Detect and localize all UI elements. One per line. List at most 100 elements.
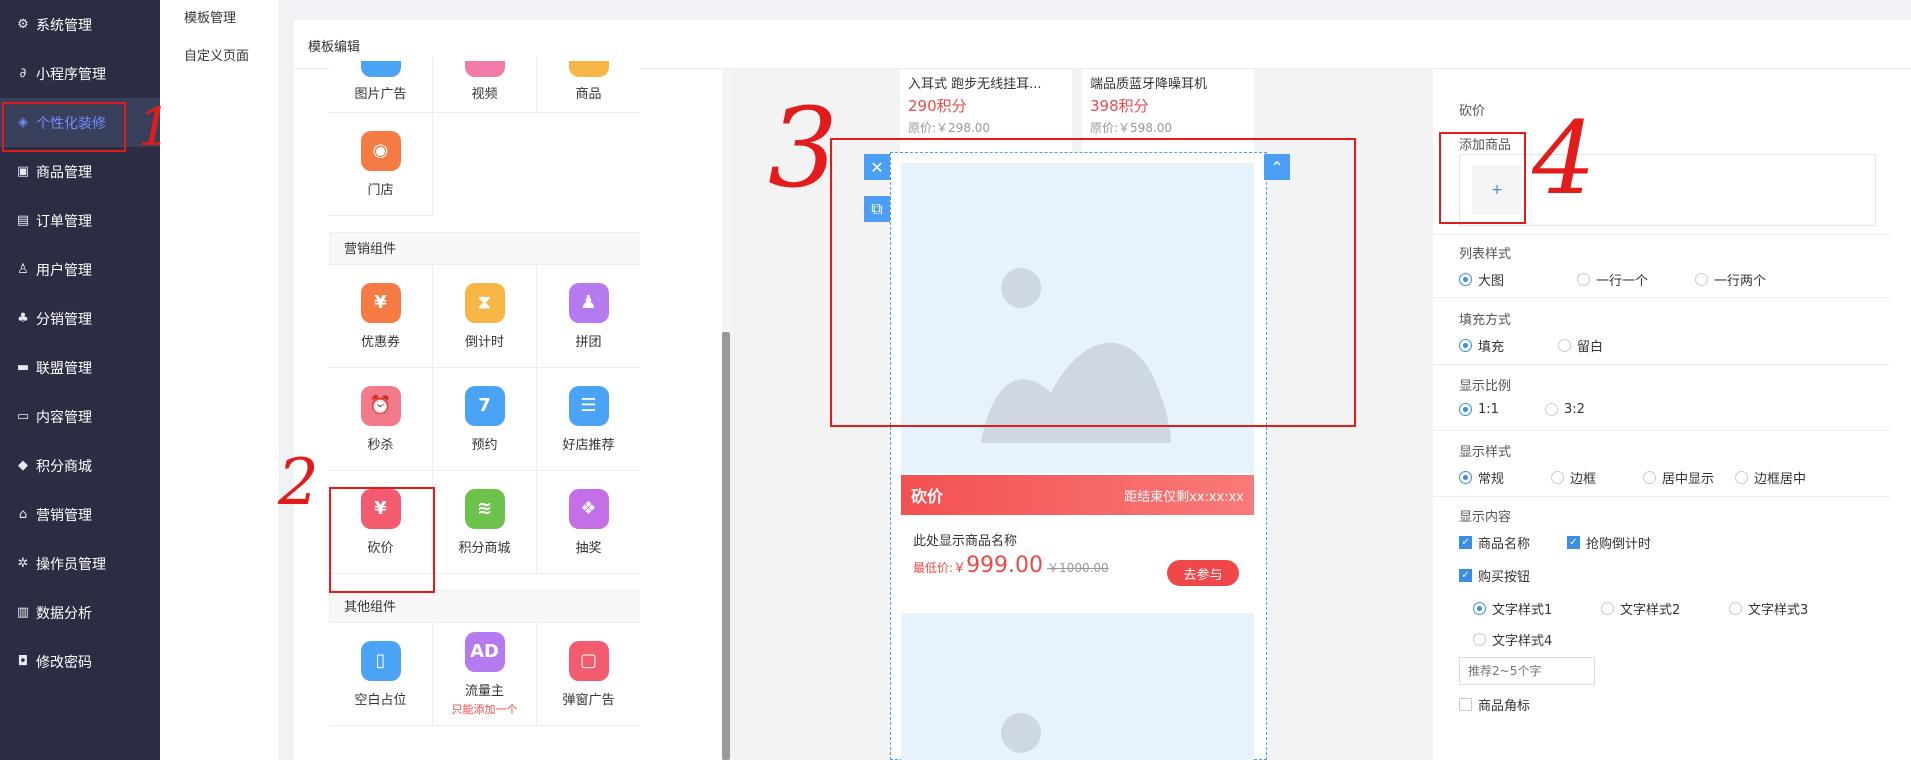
- component-label: 弹窗广告: [562, 692, 615, 708]
- checkbox-checked-icon: ✓: [1459, 536, 1472, 549]
- component-library-marketing-1[interactable]: ⧗ 倒计时: [432, 264, 537, 368]
- sidebar-item-label: 小程序管理: [36, 66, 106, 83]
- sidebar-item-3[interactable]: ▣ 商品管理: [0, 147, 160, 196]
- list-style-options: 大图 一行一个 一行两个: [1459, 270, 1879, 289]
- sidebar-item-1[interactable]: ∂ 小程序管理: [0, 49, 160, 98]
- ratio-options: 1:1 3:2: [1459, 402, 1879, 417]
- check-product-name[interactable]: ✓ 商品名称: [1459, 533, 1567, 552]
- sidebar-item-10[interactable]: ⌂ 营销管理: [0, 490, 160, 539]
- list-style-label: 列表样式: [1459, 247, 1512, 262]
- radio-option[interactable]: 一行两个: [1695, 270, 1813, 289]
- component-library-marketing-5[interactable]: ☰ 好店推荐: [536, 367, 640, 471]
- radio-option[interactable]: 大图: [1459, 270, 1577, 289]
- radio-selected-icon: [1459, 273, 1472, 286]
- radio-unselected-icon: [1735, 471, 1748, 484]
- radio-option[interactable]: 文字样式3: [1729, 599, 1857, 618]
- button-text-wrapper: [1459, 657, 1879, 685]
- sidebar-item-0[interactable]: ⚙ 系统管理: [0, 0, 160, 49]
- sidebar-item-label: 营销管理: [36, 507, 92, 524]
- radio-label: 大图: [1478, 274, 1505, 289]
- radio-option[interactable]: 文字样式1: [1473, 599, 1601, 618]
- sidebar-item-4[interactable]: ▤ 订单管理: [0, 196, 160, 245]
- sidebar-item-13[interactable]: ◘ 修改密码: [0, 637, 160, 686]
- page-title: 模板编辑: [308, 40, 361, 55]
- component-icon: ▢: [568, 640, 609, 681]
- component-library-top_row-2[interactable]: 商品: [536, 58, 640, 113]
- sidebar-item-9[interactable]: ◆ 积分商城: [0, 441, 160, 490]
- radio-unselected-icon: [1551, 471, 1564, 484]
- check-countdown[interactable]: ✓ 抢购倒计时: [1567, 533, 1651, 552]
- radio-option[interactable]: 一行一个: [1577, 270, 1695, 289]
- annotation-number-2: 2: [278, 446, 319, 520]
- library-scrollbar-thumb[interactable]: [722, 332, 730, 760]
- store-icon: ▬: [16, 360, 30, 375]
- sidebar-item-label: 内容管理: [36, 409, 92, 426]
- component-label: 预约: [471, 437, 498, 453]
- component-library-other-2[interactable]: ▢ 弹窗广告: [536, 622, 640, 726]
- sub-menu: 模板管理 自定义页面: [160, 0, 280, 760]
- component-icon: ♟: [568, 282, 609, 323]
- component-library-top_row-0[interactable]: 图片广告: [329, 58, 433, 113]
- display-content-label: 显示内容: [1459, 510, 1512, 525]
- divider: [1433, 496, 1891, 497]
- component-library-marketing-7[interactable]: ≋ 积分商城: [432, 470, 537, 574]
- radio-label: 一行一个: [1596, 274, 1649, 289]
- radio-option[interactable]: 填充: [1459, 336, 1558, 355]
- divider: [1433, 297, 1891, 298]
- sidebar-item-label: 数据分析: [36, 605, 92, 622]
- radio-option[interactable]: 留白: [1558, 336, 1657, 355]
- check-label: 商品角标: [1478, 699, 1531, 714]
- sidebar-item-label: 系统管理: [36, 17, 92, 34]
- check-buy-button[interactable]: ✓ 购买按钮: [1459, 566, 1530, 585]
- component-library-marketing-8[interactable]: ❖ 抽奖: [536, 470, 640, 574]
- radio-option[interactable]: 文字样式2: [1601, 599, 1729, 618]
- check-label: 购买按钮: [1478, 570, 1531, 585]
- radio-option[interactable]: 3:2: [1545, 402, 1631, 417]
- component-library-other-0[interactable]: ▯ 空白占位: [329, 622, 433, 726]
- sidebar-item-5[interactable]: ♙ 用户管理: [0, 245, 160, 294]
- sidebar-item-6[interactable]: ♣ 分销管理: [0, 294, 160, 343]
- fill-mode-label: 填充方式: [1459, 313, 1512, 328]
- radio-selected-icon: [1459, 471, 1472, 484]
- radio-option[interactable]: 1:1: [1459, 402, 1545, 417]
- submenu-item-custom-page[interactable]: 自定义页面: [160, 38, 279, 76]
- radio-label: 文字样式3: [1748, 603, 1809, 618]
- radio-option[interactable]: 居中显示: [1643, 468, 1735, 487]
- sidebar-item-11[interactable]: ✲ 操作员管理: [0, 539, 160, 588]
- radio-option[interactable]: 边框: [1551, 468, 1643, 487]
- radio-option[interactable]: 常规: [1459, 468, 1551, 487]
- sidebar-item-8[interactable]: ▭ 内容管理: [0, 392, 160, 441]
- radio-unselected-icon: [1545, 403, 1558, 416]
- radio-label: 文字样式2: [1620, 603, 1681, 618]
- display-content-checks-row1: ✓ 商品名称 ✓ 抢购倒计时: [1459, 533, 1879, 552]
- radio-option[interactable]: 边框居中: [1735, 468, 1827, 487]
- radio-label: 文字样式4: [1492, 634, 1553, 649]
- config-title: 砍价: [1459, 104, 1486, 119]
- component-library-marketing-3[interactable]: ⏰ 秒杀: [329, 367, 433, 471]
- product-original-price: 原价:￥598.00: [1090, 121, 1173, 135]
- join-button[interactable]: 去参与: [1167, 560, 1239, 586]
- cube-icon: ◆: [18, 458, 28, 473]
- component-library-marketing-4[interactable]: 7 预约: [432, 367, 537, 471]
- component-library-other-1[interactable]: AD 流量主 只能添加一个: [432, 622, 537, 726]
- submenu-item-template-manage[interactable]: 模板管理: [160, 0, 279, 38]
- store-icon: ◉: [360, 130, 401, 171]
- bargain-product-name: 此处显示商品名称: [913, 534, 1018, 549]
- component-library-marketing-2[interactable]: ♟ 拼团: [536, 264, 640, 368]
- radio-selected-icon: [1459, 403, 1472, 416]
- component-library-top_row-1[interactable]: 视频: [432, 58, 537, 113]
- display-style-group: 显示样式 常规 边框 居中显示 边框居中: [1459, 441, 1879, 487]
- button-text-input[interactable]: [1459, 657, 1595, 685]
- list-icon: ▤: [16, 213, 30, 228]
- radio-unselected-icon: [1695, 273, 1708, 286]
- sidebar-item-12[interactable]: ▥ 数据分析: [0, 588, 160, 637]
- check-corner-tag[interactable]: 商品角标: [1459, 695, 1530, 714]
- sidebar-item-7[interactable]: ▬ 联盟管理: [0, 343, 160, 392]
- basic-components-row: 图片广告 视频 商品: [329, 58, 640, 113]
- radio-option[interactable]: 文字样式4: [1473, 630, 1601, 649]
- component-label: 抽奖: [575, 540, 602, 556]
- corner-tag-row: 商品角标: [1459, 695, 1879, 714]
- original-price: ￥1000.00: [1047, 561, 1109, 575]
- component-library-marketing-0[interactable]: ¥ 优惠券: [329, 264, 433, 368]
- component-store[interactable]: ◉ 门店: [329, 112, 433, 216]
